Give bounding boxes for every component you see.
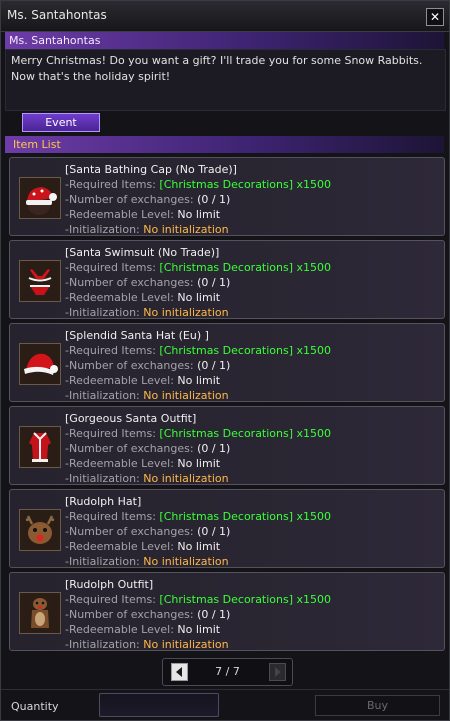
- initialization-value: No initialization: [143, 555, 229, 568]
- initialization-label: -Initialization:: [65, 306, 140, 319]
- exchanges-value: (0 / 1): [197, 276, 231, 289]
- close-icon: ✕: [429, 10, 441, 24]
- redeemable-level-value: No limit: [177, 623, 221, 636]
- exchanges-label: -Number of exchanges:: [65, 193, 194, 206]
- exchanges-value: (0 / 1): [197, 442, 231, 455]
- redeemable-level-label: -Redeemable Level:: [65, 540, 174, 553]
- item-name: [Gorgeous Santa Outfit]: [65, 412, 197, 425]
- item-info: [Rudolph Outfit] -Required Items: [Chris…: [65, 577, 331, 652]
- initialization-value: No initialization: [143, 638, 229, 651]
- exchanges-label: -Number of exchanges:: [65, 359, 194, 372]
- close-button[interactable]: ✕: [426, 8, 444, 26]
- item-info: [Santa Bathing Cap (No Trade)] -Required…: [65, 162, 331, 237]
- redeemable-level-value: No limit: [177, 208, 221, 221]
- initialization-value: No initialization: [143, 472, 229, 485]
- npc-dialog-text: Merry Christmas! Do you want a gift? I'l…: [11, 54, 423, 83]
- initialization-value: No initialization: [143, 389, 229, 402]
- gorgeous-santa-outfit-icon: [19, 426, 61, 468]
- exchanges-value: (0 / 1): [197, 608, 231, 621]
- item-info: [Splendid Santa Hat (Eu) ] -Required Ite…: [65, 328, 331, 403]
- exchanges-label: -Number of exchanges:: [65, 442, 194, 455]
- redeemable-level-label: -Redeemable Level:: [65, 374, 174, 387]
- redeemable-level-label: -Redeemable Level:: [65, 208, 174, 221]
- tab-event[interactable]: Event: [22, 113, 100, 132]
- pagination: 7 / 7: [162, 658, 293, 686]
- redeemable-level-label: -Redeemable Level:: [65, 623, 174, 636]
- required-items-value: [Christmas Decorations] x1500: [159, 178, 332, 191]
- required-items-label: -Required Items:: [65, 344, 156, 357]
- buy-button[interactable]: Buy: [315, 695, 440, 716]
- initialization-label: -Initialization:: [65, 389, 140, 402]
- exchanges-value: (0 / 1): [197, 359, 231, 372]
- window-title: Ms. Santahontas: [7, 8, 107, 22]
- redeemable-level-value: No limit: [177, 540, 221, 553]
- initialization-label: -Initialization:: [65, 472, 140, 485]
- santa-swimsuit-icon: [19, 260, 61, 302]
- item-name: [Santa Bathing Cap (No Trade)]: [65, 163, 237, 176]
- item-name: [Splendid Santa Hat (Eu) ]: [65, 329, 209, 342]
- redeemable-level-label: -Redeemable Level:: [65, 291, 174, 304]
- item-list: [Santa Bathing Cap (No Trade)] -Required…: [9, 157, 445, 655]
- exchanges-value: (0 / 1): [197, 193, 231, 206]
- redeemable-level-label: -Redeemable Level:: [65, 457, 174, 470]
- rudolph-outfit-icon: [19, 592, 61, 634]
- exchanges-label: -Number of exchanges:: [65, 276, 194, 289]
- required-items-value: [Christmas Decorations] x1500: [159, 510, 332, 523]
- npc-shop-window: Ms. Santahontas ✕ Ms. Santahontas Merry …: [0, 0, 450, 721]
- redeemable-level-value: No limit: [177, 457, 221, 470]
- item-name: [Rudolph Hat]: [65, 495, 142, 508]
- initialization-label: -Initialization:: [65, 638, 140, 651]
- required-items-label: -Required Items:: [65, 510, 156, 523]
- item-info: [Rudolph Hat] -Required Items: [Christma…: [65, 494, 331, 569]
- quantity-input[interactable]: [99, 693, 219, 717]
- rudolph-hat-icon: [19, 509, 61, 551]
- required-items-label: -Required Items:: [65, 427, 156, 440]
- list-item[interactable]: [Rudolph Hat] -Required Items: [Christma…: [9, 489, 445, 568]
- redeemable-level-value: No limit: [177, 374, 221, 387]
- initialization-value: No initialization: [143, 306, 229, 319]
- npc-name: Ms. Santahontas: [9, 34, 101, 47]
- splendid-santa-hat-icon: [19, 343, 61, 385]
- list-item[interactable]: [Rudolph Outfit] -Required Items: [Chris…: [9, 572, 445, 651]
- required-items-value: [Christmas Decorations] x1500: [159, 261, 332, 274]
- exchanges-value: (0 / 1): [197, 525, 231, 538]
- required-items-label: -Required Items:: [65, 178, 156, 191]
- list-item[interactable]: [Splendid Santa Hat (Eu) ] -Required Ite…: [9, 323, 445, 402]
- item-list-header: Item List: [5, 136, 444, 153]
- item-name: [Santa Swimsuit (No Trade)]: [65, 246, 220, 259]
- list-item[interactable]: [Santa Swimsuit (No Trade)] -Required It…: [9, 240, 445, 319]
- next-page-button[interactable]: [269, 663, 286, 681]
- quantity-label: Quantity: [11, 700, 59, 713]
- list-item[interactable]: [Santa Bathing Cap (No Trade)] -Required…: [9, 157, 445, 236]
- npc-name-header: Ms. Santahontas: [5, 32, 444, 49]
- santa-bathing-cap-icon: [19, 177, 61, 219]
- initialization-label: -Initialization:: [65, 223, 140, 236]
- required-items-value: [Christmas Decorations] x1500: [159, 593, 332, 606]
- footer-divider: [1, 689, 449, 690]
- exchanges-label: -Number of exchanges:: [65, 608, 194, 621]
- item-list-title: Item List: [13, 138, 61, 151]
- required-items-label: -Required Items:: [65, 261, 156, 274]
- required-items-label: -Required Items:: [65, 593, 156, 606]
- required-items-value: [Christmas Decorations] x1500: [159, 344, 332, 357]
- title-bar[interactable]: Ms. Santahontas ✕: [1, 1, 449, 32]
- initialization-label: -Initialization:: [65, 555, 140, 568]
- list-item[interactable]: [Gorgeous Santa Outfit] -Required Items:…: [9, 406, 445, 485]
- initialization-value: No initialization: [143, 223, 229, 236]
- npc-dialog-box: Merry Christmas! Do you want a gift? I'l…: [5, 49, 446, 111]
- required-items-value: [Christmas Decorations] x1500: [159, 427, 332, 440]
- item-info: [Santa Swimsuit (No Trade)] -Required It…: [65, 245, 331, 320]
- redeemable-level-value: No limit: [177, 291, 221, 304]
- item-name: [Rudolph Outfit]: [65, 578, 154, 591]
- item-info: [Gorgeous Santa Outfit] -Required Items:…: [65, 411, 331, 486]
- exchanges-label: -Number of exchanges:: [65, 525, 194, 538]
